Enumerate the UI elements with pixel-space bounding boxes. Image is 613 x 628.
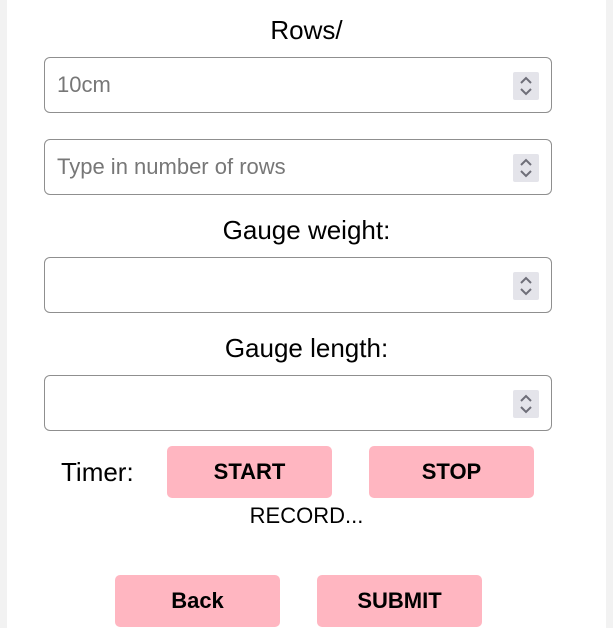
stop-button[interactable]: STOP (369, 446, 534, 498)
timer-label: Timer: (61, 457, 134, 487)
record-status: RECORD... (249, 503, 364, 528)
rows-per-10cm-input[interactable]: 10cm (44, 57, 552, 113)
up-down-chevron-icon[interactable] (513, 154, 539, 182)
up-down-chevron-icon[interactable] (513, 72, 539, 100)
back-button[interactable]: Back (115, 575, 280, 627)
start-button[interactable]: START (167, 446, 332, 498)
submit-button[interactable]: SUBMIT (317, 575, 482, 627)
gauge-length-input[interactable] (44, 375, 552, 431)
gauge-weight-label: Gauge weight: (222, 215, 391, 245)
gauge-weight-input[interactable] (44, 257, 552, 313)
number-of-rows-input[interactable]: Type in number of rows (44, 139, 552, 195)
up-down-chevron-icon[interactable] (513, 390, 539, 418)
gauge-length-label: Gauge length: (224, 333, 389, 363)
rows-label: Rows/ (270, 15, 343, 45)
up-down-chevron-icon[interactable] (513, 272, 539, 300)
number-of-rows-placeholder: Type in number of rows (57, 154, 286, 179)
rows-per-10cm-value: 10cm (57, 72, 111, 97)
form-page: Rows/ 10cm Type in number of rows Gauge … (7, 0, 606, 628)
